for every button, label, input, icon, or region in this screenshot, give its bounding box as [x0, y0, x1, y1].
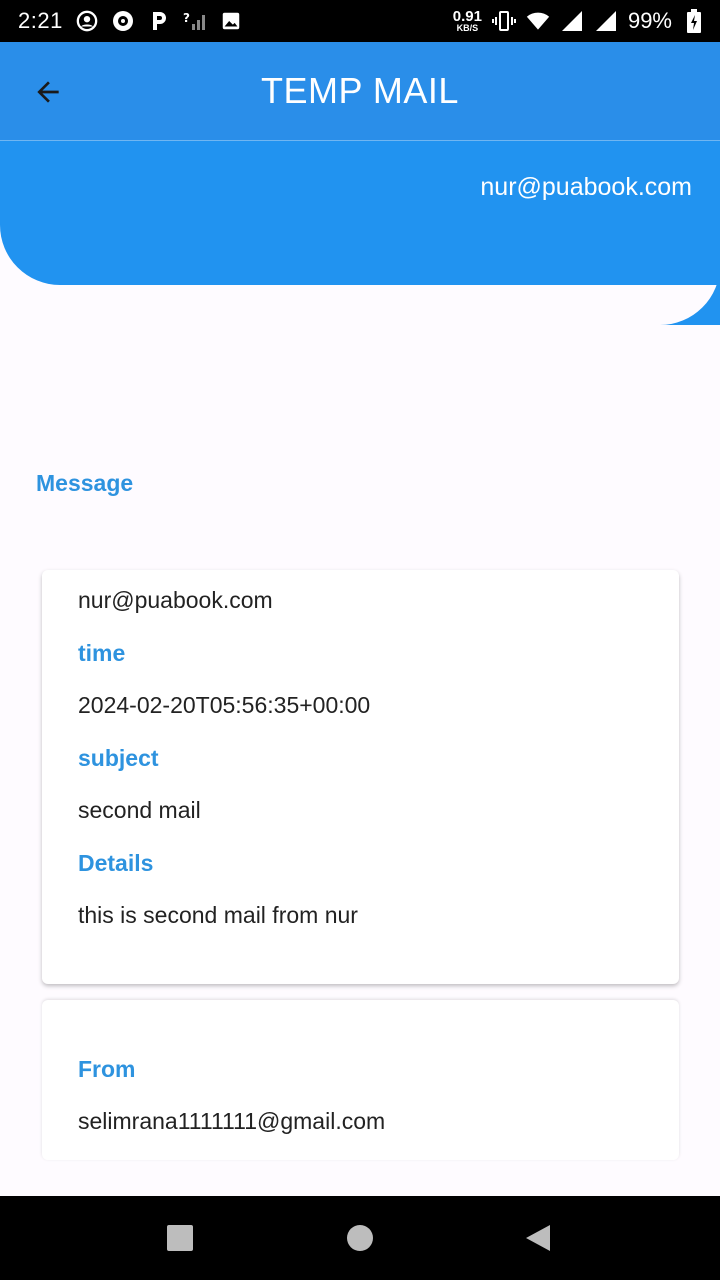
net-speed-value: 0.91 — [452, 8, 482, 25]
recents-button[interactable] — [166, 1224, 194, 1252]
image-icon — [219, 9, 243, 33]
account-circle-icon — [75, 9, 99, 33]
nav-back-button[interactable] — [524, 1224, 552, 1252]
time-label: time — [78, 640, 126, 666]
system-nav-bar — [0, 1196, 720, 1280]
banner-curve — [660, 285, 720, 325]
back-button[interactable] — [28, 72, 68, 112]
subject-label: subject — [78, 745, 159, 771]
back-triangle-icon — [526, 1225, 550, 1251]
status-time: 2:21 — [18, 8, 63, 33]
home-circle-icon — [347, 1225, 373, 1251]
sync-badge-icon — [111, 9, 135, 33]
message-card[interactable]: nur@puabook.com time 2024-02-20T05:56:35… — [42, 570, 679, 984]
details-label: Details — [78, 850, 154, 876]
cell-signal-icon — [560, 9, 584, 33]
home-button[interactable] — [346, 1224, 374, 1252]
app-bar: TEMP MAIL — [0, 42, 720, 140]
parking-p-icon — [147, 9, 171, 33]
from-label: From — [78, 1056, 136, 1082]
cell-signal-2-icon — [594, 9, 618, 33]
section-title: Message — [36, 470, 134, 496]
net-speed-unit: KB/S — [456, 23, 479, 33]
time-value: 2024-02-20T05:56:35+00:00 — [78, 692, 371, 718]
from-card[interactable]: From selimrana1111111@gmail.com — [42, 1000, 679, 1160]
from-value: selimrana1111111@gmail.com — [78, 1108, 386, 1134]
no-signal-icon: ? — [183, 9, 207, 33]
arrow-back-icon — [37, 81, 59, 103]
status-bar: 2:21 ? 0.91 KB/S 99% — [0, 0, 720, 42]
app-title: TEMP MAIL — [261, 70, 459, 111]
current-email-address: nur@puabook.com — [480, 173, 692, 201]
subject-value: second mail — [78, 797, 201, 823]
recents-square-icon — [167, 1225, 193, 1251]
email-banner: nur@puabook.com — [0, 141, 720, 285]
network-speed: 0.91 KB/S — [453, 9, 482, 33]
svg-text:?: ? — [183, 11, 190, 25]
battery-percent: 99% — [627, 8, 672, 33]
wifi-icon — [526, 9, 550, 33]
vibrate-icon — [491, 9, 516, 33]
details-value: this is second mail from nur — [78, 902, 358, 928]
battery-icon — [682, 9, 706, 33]
message-recipient: nur@puabook.com — [78, 587, 273, 613]
